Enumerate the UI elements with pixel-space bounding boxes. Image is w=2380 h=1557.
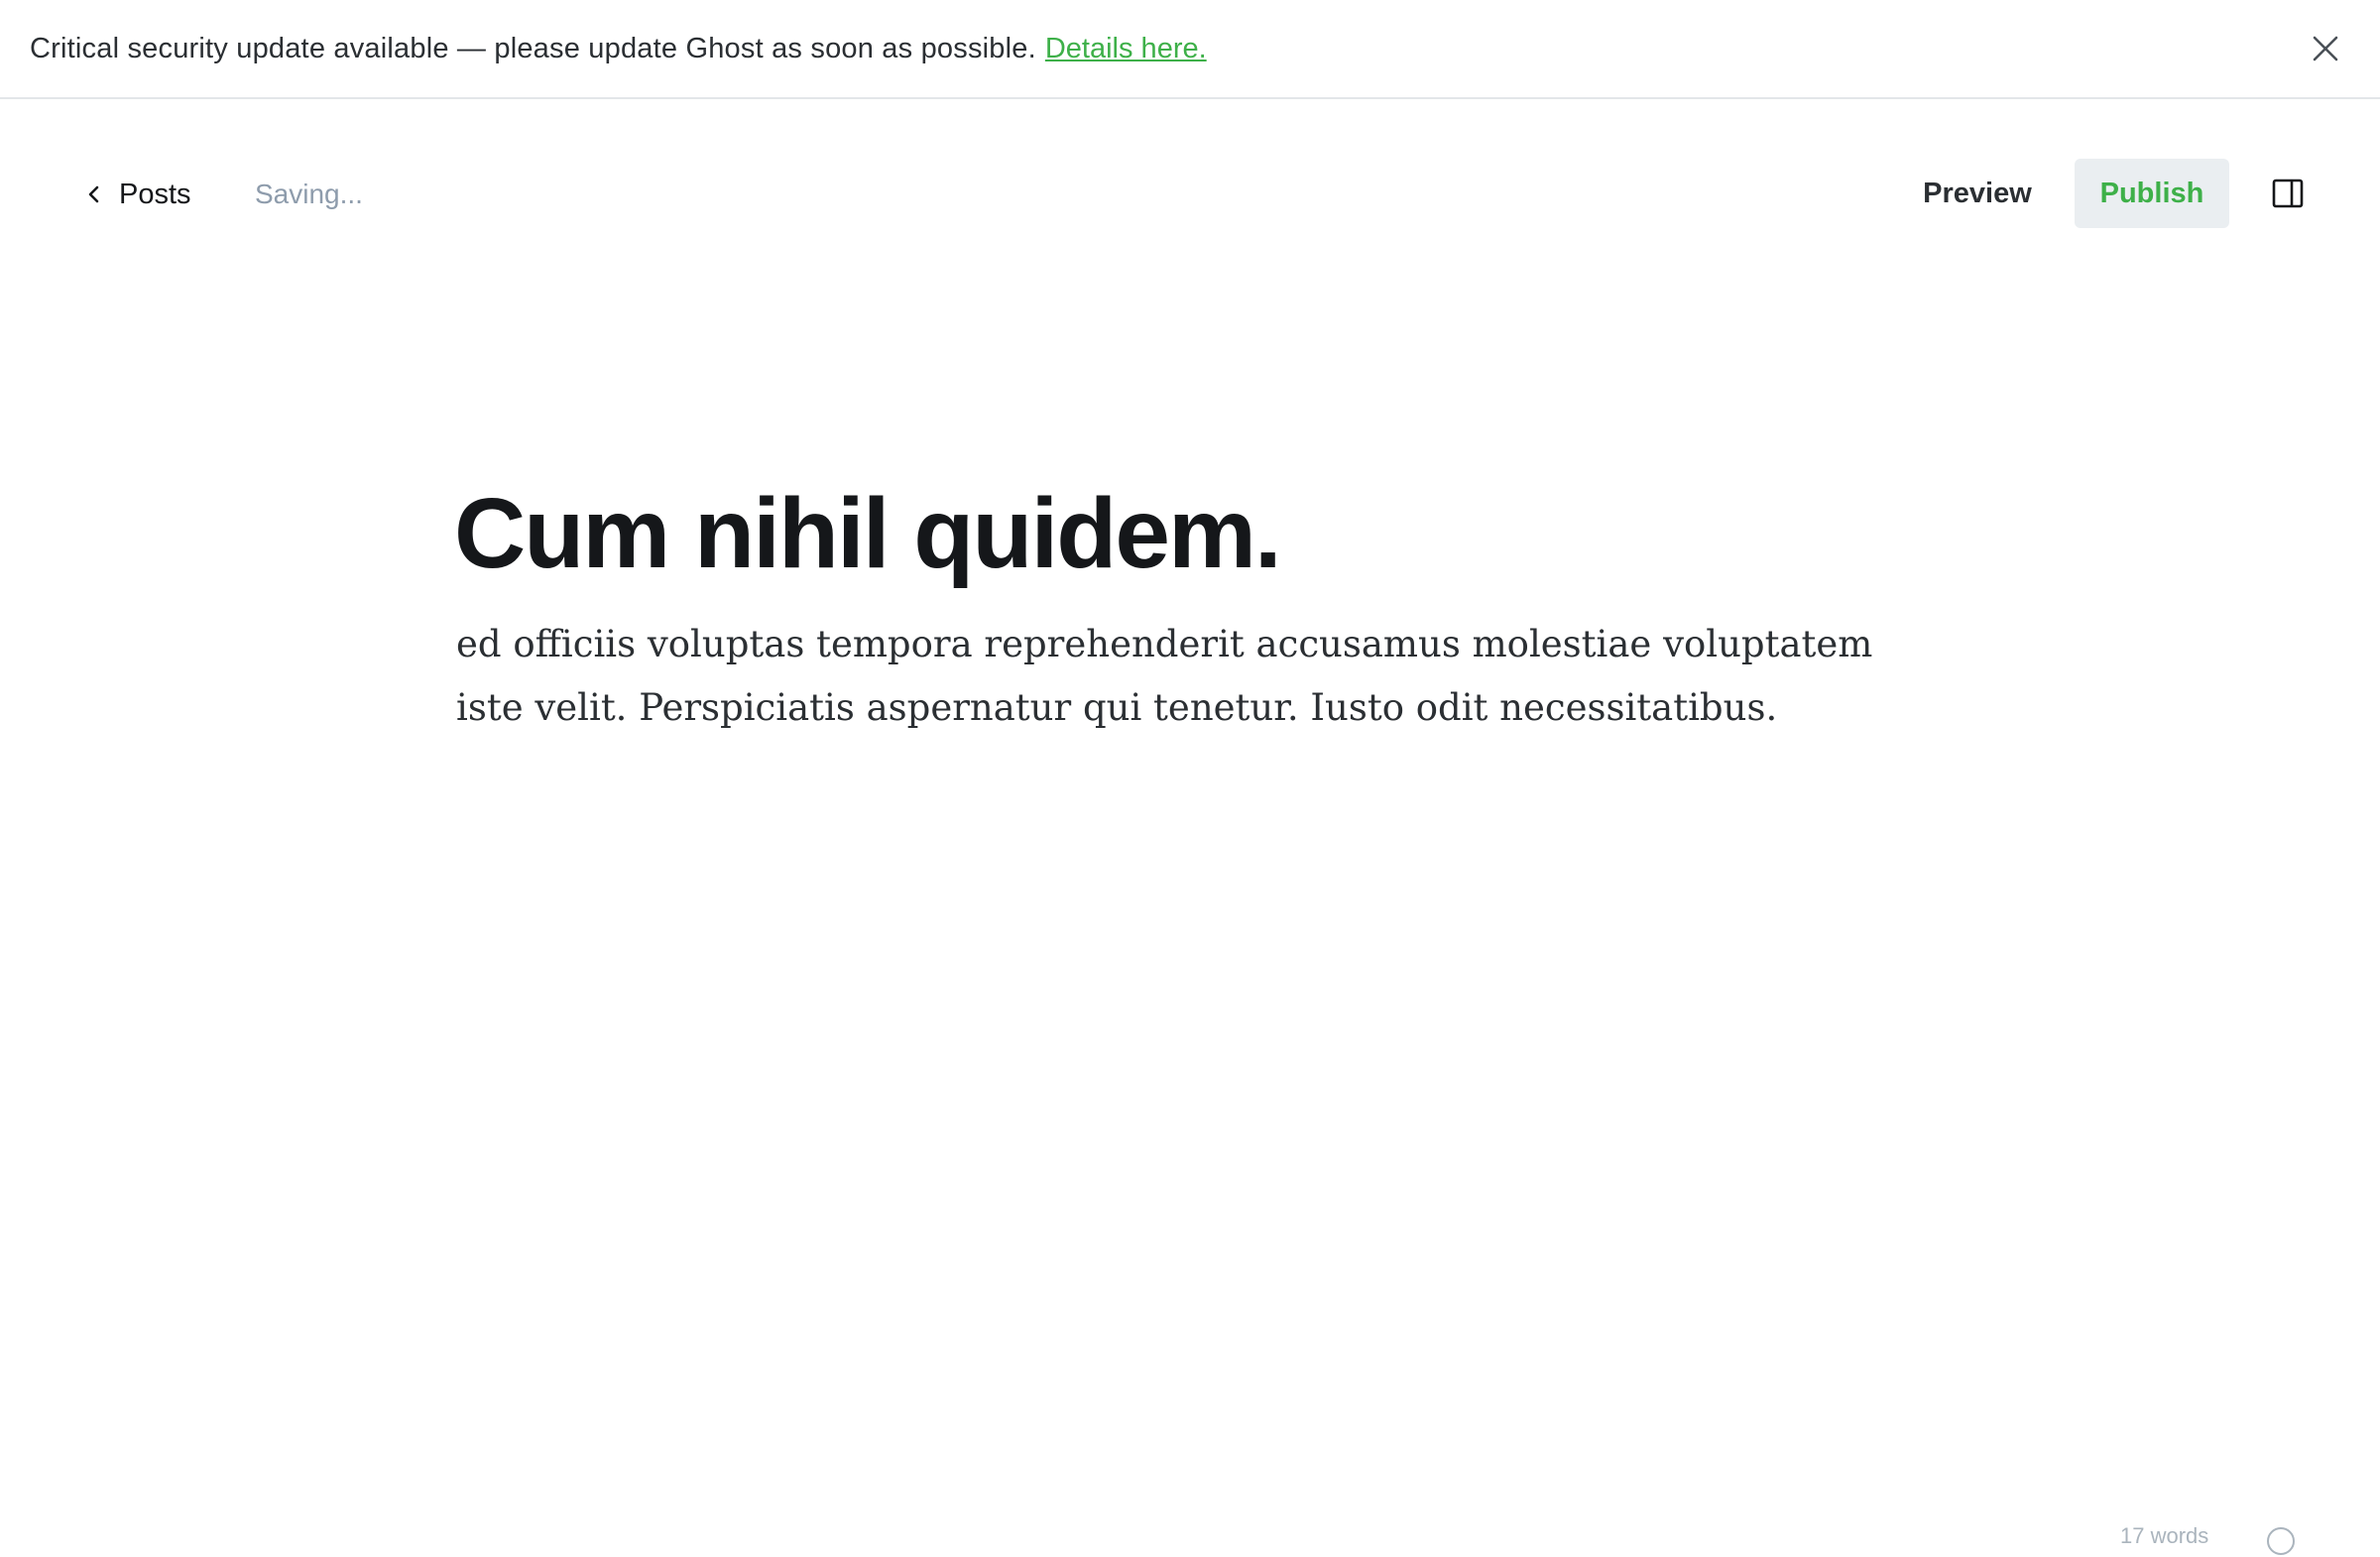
publish-button[interactable]: Publish (2075, 159, 2229, 228)
close-icon[interactable] (2307, 30, 2344, 67)
editor-header: Posts Saving... Preview Publish (0, 101, 2380, 286)
back-link-label: Posts (119, 178, 191, 210)
chevron-left-icon (88, 185, 99, 203)
banner-message: Critical security update available — ple… (30, 32, 1036, 64)
preview-button[interactable]: Preview (1904, 159, 2051, 228)
save-status: Saving... (255, 179, 363, 209)
security-update-banner: Critical security update available — ple… (0, 0, 2380, 99)
back-to-posts-link[interactable]: Posts (83, 171, 191, 218)
help-icon[interactable] (2265, 1525, 2297, 1557)
sidebar-toggle-icon[interactable] (2271, 177, 2305, 210)
post-body[interactable]: ed officiis voluptas tempora reprehender… (456, 613, 1924, 740)
post-title[interactable]: Cum nihil quidem. (454, 474, 1922, 593)
word-count: 17 words (2120, 1523, 2209, 1548)
banner-details-link[interactable]: Details here. (1045, 33, 1207, 65)
